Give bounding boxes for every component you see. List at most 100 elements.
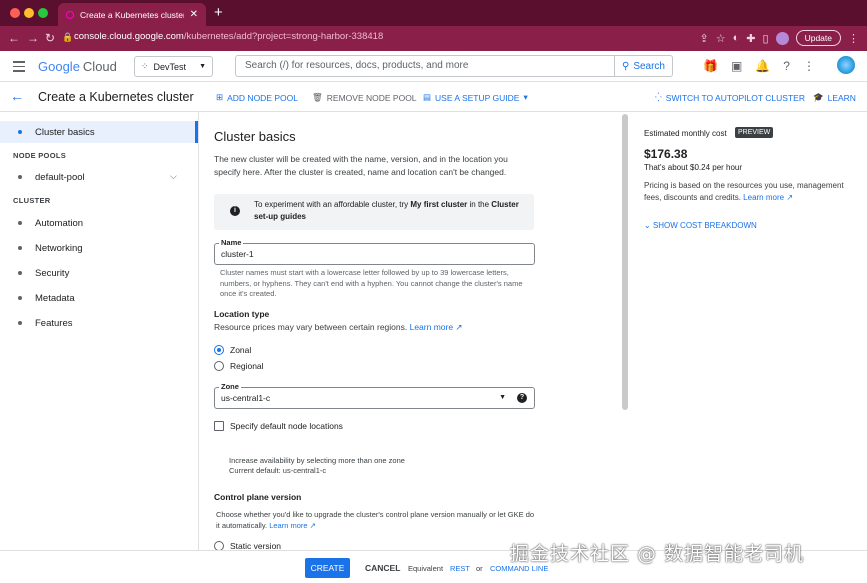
active-dot-icon <box>18 130 22 134</box>
setup-guide-button[interactable]: ▤ USE A SETUP GUIDE ▾ <box>423 92 528 103</box>
more-vert-icon[interactable]: ⋮ <box>848 32 859 45</box>
browser-tab[interactable]: Create a Kubernetes cluster – ✕ <box>58 3 206 26</box>
setup-guide-label: USE A SETUP GUIDE <box>435 92 520 103</box>
availability-hint: Increase availability by selecting more … <box>229 456 405 465</box>
name-field-label: Name <box>219 238 244 247</box>
search-button[interactable]: ⚲ Search <box>614 55 673 77</box>
puzzle-icon[interactable]: ✚ <box>746 32 755 45</box>
external-link-icon: ↗ <box>784 193 794 202</box>
radio-unselected-icon <box>214 361 224 371</box>
browser-tab-bar: Create a Kubernetes cluster – ✕ + <box>0 0 867 26</box>
zonal-radio[interactable]: Zonal <box>214 345 251 355</box>
new-tab-icon[interactable]: + <box>214 4 223 21</box>
cancel-button[interactable]: CANCEL <box>365 563 400 573</box>
info-icon: i <box>230 206 240 216</box>
active-indicator <box>195 121 198 143</box>
share-icon[interactable]: ⇪ <box>700 32 709 45</box>
chevron-down-icon[interactable]: ⌵ <box>170 171 177 182</box>
add-node-pool-button[interactable]: ⊞ ADD NODE POOL <box>216 92 298 103</box>
bookmark-star-icon[interactable]: ☆ <box>716 32 726 45</box>
terminal-icon[interactable]: ▣ <box>731 59 742 73</box>
sidebar-item-networking[interactable]: Networking <box>0 237 198 259</box>
control-plane-heading: Control plane version <box>214 492 302 502</box>
monthly-price: $176.38 <box>644 147 688 161</box>
school-icon: 🎓 <box>813 92 824 102</box>
sidebar-item-default-pool[interactable]: default-pool <box>0 166 198 188</box>
close-tab-icon[interactable]: ✕ <box>190 9 198 20</box>
external-link-icon: ↗ <box>307 520 316 530</box>
project-selector[interactable]: ⁘ DevTest ▼ <box>134 56 213 77</box>
learn-more-link[interactable]: Learn more <box>410 322 453 332</box>
show-cost-breakdown-button[interactable]: ⌄ SHOW COST BREAKDOWN <box>644 221 757 230</box>
gift-icon[interactable]: 🎁 <box>703 59 718 73</box>
intro-text: The new cluster will be created with the… <box>214 154 508 177</box>
url-path: /kubernetes/add?project=strong-harbor-33… <box>183 31 384 42</box>
forward-arrow-icon[interactable]: → <box>27 31 39 45</box>
help-icon[interactable]: ? <box>517 393 527 403</box>
sidebar: Cluster basics NODE POOLS default-pool ⌵… <box>0 112 199 550</box>
learn-more-link[interactable]: Learn more <box>743 193 784 202</box>
sidebar-icon[interactable]: ▯ <box>763 32 769 45</box>
form-scrollbar[interactable] <box>621 112 629 412</box>
my-first-cluster-link[interactable]: My first cluster <box>410 200 467 209</box>
close-window-button[interactable] <box>10 8 20 18</box>
minimize-window-button[interactable] <box>24 8 34 18</box>
sidebar-item-metadata[interactable]: Metadata <box>0 287 198 309</box>
create-button[interactable]: CREATE <box>305 558 350 578</box>
caret-down-icon: ▼ <box>199 63 206 70</box>
section-heading: Cluster basics <box>214 129 296 144</box>
estimated-cost-label: Estimated monthly cost <box>644 129 727 138</box>
more-vert-icon[interactable]: ⋮ <box>803 59 815 73</box>
location-desc: Resource prices may vary between certain… <box>214 321 534 334</box>
cloud-header: Google Cloud ⁘ DevTest ▼ Search (/) for r… <box>0 51 867 82</box>
control-plane-desc: Choose whether you'd like to upgrade the… <box>216 510 538 531</box>
regional-label: Regional <box>230 361 264 371</box>
update-button[interactable]: Update <box>795 30 841 46</box>
chevron-down-icon: ⌄ <box>644 221 653 230</box>
sidebar-item-cluster-basics[interactable]: Cluster basics <box>0 121 198 143</box>
page-action-bar: ← Create a Kubernetes cluster ⊞ ADD NODE … <box>0 82 867 112</box>
sidebar-item-label: Automation <box>35 217 84 229</box>
equivalent-label: Equivalent <box>408 564 444 573</box>
profile-avatar[interactable] <box>775 31 789 45</box>
sidebar-item-label: Networking <box>35 242 83 254</box>
help-icon[interactable]: ? <box>783 59 790 73</box>
learn-more-link[interactable]: Learn more <box>269 521 307 530</box>
back-arrow-icon[interactable]: ← <box>10 88 24 104</box>
extension-icon[interactable]: ◐ <box>733 32 740 44</box>
sidebar-item-security[interactable]: Security <box>0 262 198 284</box>
zone-value: us-central1-c <box>221 393 271 403</box>
caret-down-icon: ▼ <box>499 394 506 401</box>
scrollbar-thumb[interactable] <box>622 114 628 410</box>
name-field[interactable]: Name cluster-1 <box>214 238 535 265</box>
url-field[interactable]: console.cloud.google.com/kubernetes/add?… <box>74 31 383 42</box>
remove-node-pool-button[interactable]: 🗑 REMOVE NODE POOL <box>312 92 417 103</box>
learn-button[interactable]: 🎓 LEARN <box>813 92 856 103</box>
watermark: 掘金技术社区 @ 数据智能老司机 <box>510 543 805 565</box>
dot-icon <box>18 221 22 225</box>
menu-icon[interactable] <box>13 61 25 75</box>
dot-icon <box>18 271 22 275</box>
book-icon: ▤ <box>423 92 432 102</box>
reload-icon[interactable]: ↻ <box>45 31 55 45</box>
sidebar-item-features[interactable]: Features <box>0 312 198 334</box>
back-arrow-icon[interactable]: ← <box>8 31 20 45</box>
switch-autopilot-button[interactable]: ⁛ SWITCH TO AUTOPILOT CLUSTER <box>655 92 805 103</box>
page-title: Create a Kubernetes cluster <box>38 90 194 104</box>
rest-link[interactable]: REST <box>450 564 470 573</box>
sidebar-item-automation[interactable]: Automation <box>0 212 198 234</box>
regional-radio[interactable]: Regional <box>214 361 264 371</box>
radio-selected-icon <box>214 345 224 355</box>
maximize-window-button[interactable] <box>38 8 48 18</box>
search-input[interactable]: Search (/) for resources, docs, products… <box>235 55 615 77</box>
add-box-icon: ⊞ <box>216 92 224 102</box>
zone-select[interactable]: Zone us-central1-c ▼ ? <box>214 382 535 409</box>
google-cloud-logo[interactable]: Google Cloud <box>38 59 117 74</box>
info-text-mid: in the <box>467 200 492 209</box>
add-node-pool-label: ADD NODE POOL <box>227 92 298 103</box>
notifications-icon[interactable]: 🔔 <box>755 59 770 73</box>
default-node-locations-checkbox[interactable]: Specify default node locations <box>214 421 343 431</box>
account-avatar[interactable] <box>837 56 855 74</box>
sidebar-item-label: default-pool <box>35 171 85 183</box>
dot-icon <box>18 246 22 250</box>
